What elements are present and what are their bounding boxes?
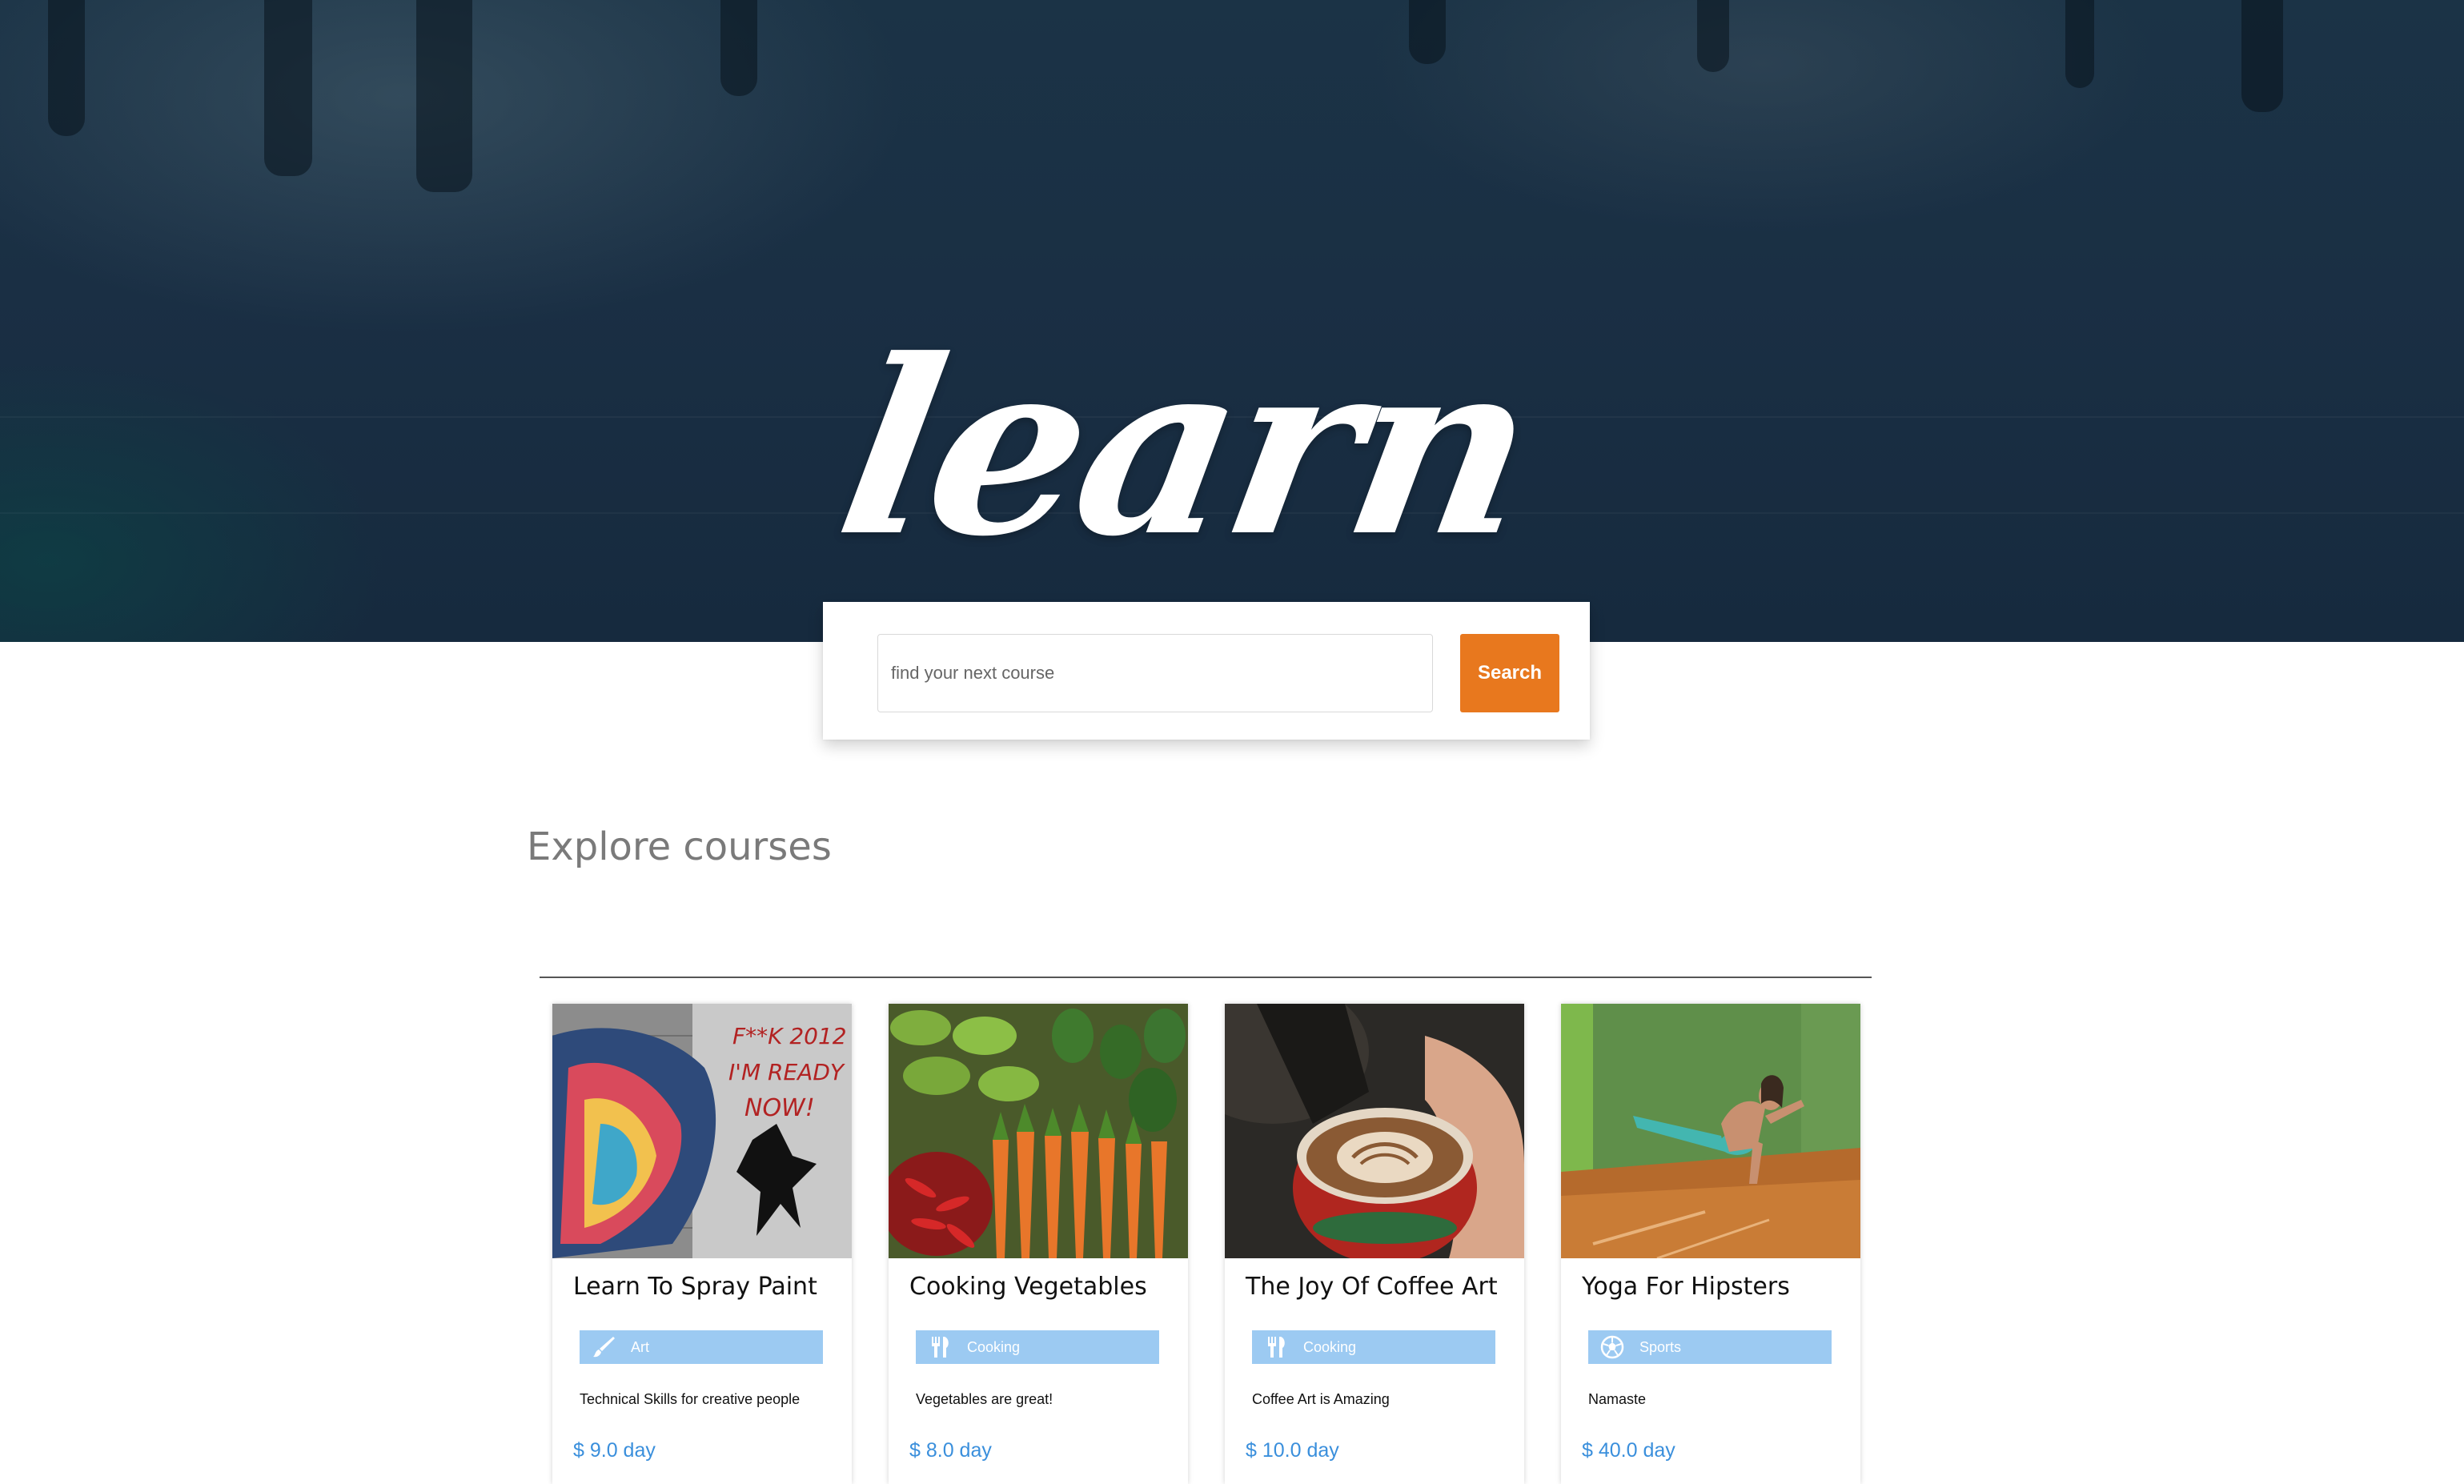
course-description: Coffee Art is Amazing	[1252, 1391, 1390, 1407]
section-title: Explore courses	[527, 824, 832, 869]
search-card: Search	[823, 602, 1590, 740]
soccer-ball-icon	[1600, 1335, 1624, 1359]
category-badge: Sports	[1588, 1330, 1832, 1364]
course-image[interactable]	[1561, 1004, 1860, 1258]
hero-bg-figure	[2065, 0, 2094, 88]
category-label: Sports	[1639, 1339, 1682, 1355]
hero-bg-figure	[264, 0, 312, 176]
course-description: Technical Skills for creative people	[580, 1391, 801, 1407]
course-price: $ 9.0 day	[573, 1439, 656, 1462]
course-title[interactable]: The Joy Of Coffee Art	[1246, 1273, 1498, 1301]
hero-bg-figure	[1697, 0, 1729, 72]
course-image[interactable]	[889, 1004, 1188, 1258]
hero-banner: learn locally	[0, 0, 2464, 642]
fork-knife-icon	[932, 1337, 949, 1358]
course-title[interactable]: Yoga For Hipsters	[1582, 1273, 1790, 1301]
section-divider	[540, 977, 1872, 978]
course-image[interactable]: F**K 2012 I'M READY NOW!	[552, 1004, 852, 1258]
search-input[interactable]	[877, 634, 1433, 712]
category-badge: Art	[580, 1330, 823, 1364]
course-title[interactable]: Cooking Vegetables	[909, 1273, 1147, 1301]
category-label: Cooking	[967, 1339, 1021, 1355]
hero-bg-figure	[2241, 0, 2283, 112]
fork-knife-icon	[1268, 1337, 1285, 1358]
course-price: $ 10.0 day	[1246, 1439, 1339, 1462]
svg-text:F**K 2012: F**K 2012	[732, 1023, 847, 1049]
svg-text:I'M READY: I'M READY	[728, 1059, 845, 1085]
course-price: $ 8.0 day	[909, 1439, 992, 1462]
course-card[interactable]: The Joy Of Coffee Art Cooking Coffee Art…	[1225, 1004, 1524, 1484]
course-title[interactable]: Learn To Spray Paint	[573, 1273, 817, 1301]
hero-bg-figure	[48, 0, 85, 136]
course-price: $ 40.0 day	[1582, 1439, 1675, 1462]
category-badge: Cooking	[916, 1330, 1159, 1364]
category-badge: Cooking	[1252, 1330, 1495, 1364]
course-card[interactable]: Cooking Vegetables Cooking Vegetables ar…	[889, 1004, 1188, 1484]
search-button[interactable]: Search	[1460, 634, 1559, 712]
hero-title: learn locally	[684, 307, 1576, 642]
course-card[interactable]: F**K 2012 I'M READY NOW! Learn To Spray …	[552, 1004, 852, 1484]
course-description: Namaste	[1588, 1391, 1647, 1407]
category-label: Art	[631, 1339, 650, 1355]
paintbrush-icon	[593, 1337, 615, 1358]
category-label: Cooking	[1303, 1339, 1357, 1355]
hero-bg-figure	[1409, 0, 1446, 64]
course-description: Vegetables are great!	[916, 1391, 1053, 1407]
svg-text:NOW!: NOW!	[744, 1094, 815, 1122]
hero-bg-figure	[720, 0, 757, 96]
course-card[interactable]: Yoga For Hipsters Sports Namaste $ 40.0 …	[1561, 1004, 1860, 1484]
course-image[interactable]	[1225, 1004, 1524, 1258]
hero-bg-figure	[416, 0, 472, 192]
